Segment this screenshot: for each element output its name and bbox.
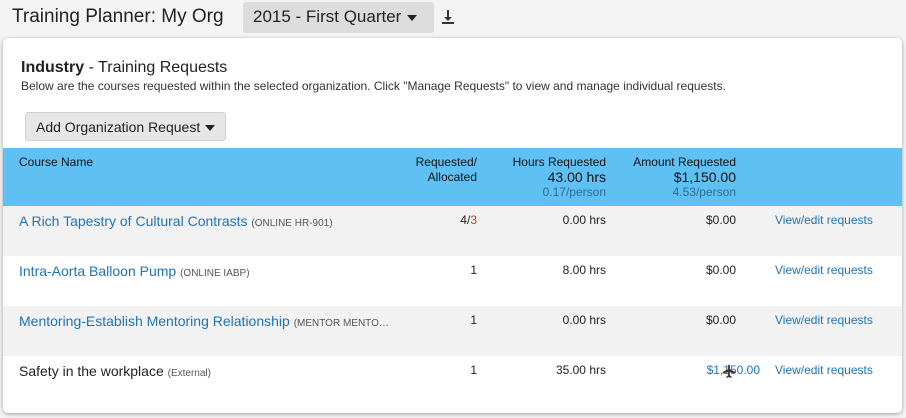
- allocated-count: 3: [470, 213, 477, 227]
- course-cell: Mentoring-Establish Mentoring Relationsh…: [19, 313, 389, 329]
- view-edit-requests-link[interactable]: View/edit requests: [775, 213, 873, 227]
- course-cell: Intra-Aorta Balloon Pump (ONLINE IABP): [19, 263, 250, 279]
- top-bar: Training Planner: My Org 2015 - First Qu…: [0, 0, 906, 38]
- col-requested-label: Requested/: [415, 155, 477, 169]
- course-code: (ONLINE HR-901): [251, 218, 333, 229]
- panel-description: Below are the courses requested within t…: [21, 79, 726, 93]
- amount-per-person: 4.53/person: [672, 185, 736, 199]
- download-icon[interactable]: [440, 9, 456, 25]
- requested-allocated-cell: 1: [470, 363, 477, 377]
- table-row: Intra-Aorta Balloon Pump (ONLINE IABP) 1…: [3, 256, 902, 306]
- course-cell: Safety in the workplace (External): [19, 363, 211, 379]
- course-code: (MENTOR MENTO…: [293, 318, 389, 329]
- amount-total: $1,150.00: [673, 169, 736, 185]
- course-code: (ONLINE IABP): [180, 268, 250, 279]
- hours-per-person: 0.17/person: [542, 185, 606, 199]
- caret-down-icon: [205, 125, 216, 132]
- hours-cell: 35.00 hrs: [555, 363, 606, 377]
- panel-heading: Industry - Training Requests: [21, 59, 227, 77]
- requested-allocated-cell: 4/3: [460, 213, 477, 227]
- add-button-label: Add Organization Request: [36, 119, 201, 135]
- course-code: (External): [167, 368, 211, 379]
- view-edit-requests-link[interactable]: View/edit requests: [775, 363, 873, 377]
- app-title: Training Planner: My Org: [12, 6, 224, 27]
- table-row: A Rich Tapestry of Cultural Contrasts (O…: [3, 206, 902, 256]
- view-edit-requests-link[interactable]: View/edit requests: [775, 313, 873, 327]
- table-row: Mentoring-Establish Mentoring Relationsh…: [3, 306, 902, 356]
- col-allocated-label: Allocated: [427, 170, 477, 184]
- table-row: Safety in the workplace (External) 1 35.…: [3, 356, 902, 406]
- col-amount-label: Amount Requested: [633, 155, 736, 169]
- col-hours-requested[interactable]: Hours Requested 43.00 hrs 0.17/person: [513, 155, 606, 200]
- view-edit-requests-link[interactable]: View/edit requests: [775, 263, 873, 277]
- course-name: Safety in the workplace: [19, 363, 164, 379]
- period-select-value: 2015 - First Quarter: [253, 7, 402, 26]
- period-select[interactable]: 2015 - First Quarter: [243, 2, 434, 33]
- caret-down-icon: [407, 14, 418, 21]
- add-organization-request-button[interactable]: Add Organization Request: [25, 112, 226, 141]
- table-header: Course Name Requested/ Allocated Hours R…: [3, 148, 902, 206]
- section-title: - Training Requests: [84, 59, 228, 76]
- course-cell: A Rich Tapestry of Cultural Contrasts (O…: [19, 213, 333, 229]
- course-link[interactable]: Intra-Aorta Balloon Pump: [19, 263, 176, 279]
- org-name: Industry: [21, 59, 85, 76]
- col-course-name[interactable]: Course Name: [19, 155, 93, 169]
- course-link[interactable]: Mentoring-Establish Mentoring Relationsh…: [19, 313, 290, 329]
- airplane-icon: [722, 364, 736, 378]
- requested-count: 4/: [460, 213, 471, 227]
- training-requests-panel: Industry - Training Requests Below are t…: [3, 38, 902, 413]
- hours-cell: 0.00 hrs: [562, 213, 606, 227]
- hours-cell: 0.00 hrs: [562, 313, 606, 327]
- col-hours-label: Hours Requested: [512, 155, 606, 169]
- requested-allocated-cell: 1: [470, 313, 477, 327]
- col-requested-allocated[interactable]: Requested/ Allocated: [416, 155, 477, 185]
- col-amount-requested[interactable]: Amount Requested $1,150.00 4.53/person: [633, 155, 736, 200]
- amount-cell: $0.00: [705, 213, 736, 227]
- requested-allocated-cell: 1: [470, 263, 477, 277]
- hours-total: 43.00 hrs: [547, 169, 606, 185]
- course-link[interactable]: A Rich Tapestry of Cultural Contrasts: [19, 213, 248, 229]
- hours-cell: 8.00 hrs: [562, 263, 606, 277]
- amount-cell: $0.00: [705, 263, 736, 277]
- amount-cell: $0.00: [705, 313, 736, 327]
